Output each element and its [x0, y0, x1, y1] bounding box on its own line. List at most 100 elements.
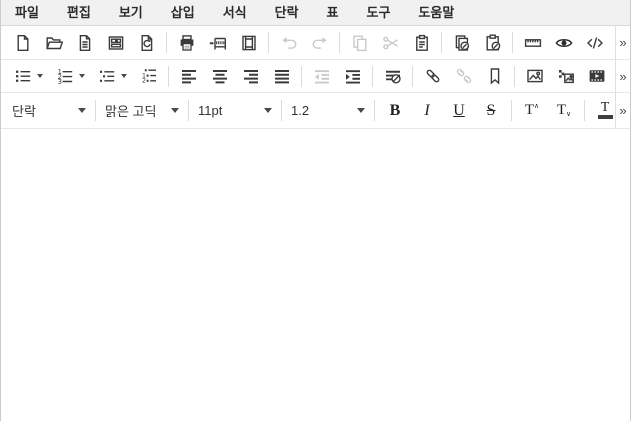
toolbar-separator [412, 66, 413, 87]
underline-button[interactable]: U [443, 97, 475, 125]
align-center-button[interactable] [204, 62, 235, 90]
print-button[interactable] [171, 29, 202, 57]
strikethrough-button[interactable]: S [475, 97, 507, 125]
menu-tools[interactable]: 도구 [353, 0, 405, 25]
line-height-select[interactable]: 1.2 [286, 103, 370, 118]
open-file-button[interactable] [38, 29, 69, 57]
align-left-icon [179, 66, 199, 86]
multilevel-list-button[interactable] [91, 62, 133, 90]
toolbar-row-file: » [1, 26, 630, 60]
svg-text:2: 2 [142, 78, 146, 85]
menu-insert[interactable]: 삽입 [157, 0, 209, 25]
document-history-button[interactable] [131, 29, 162, 57]
page-setup-button[interactable] [233, 29, 264, 57]
clear-format-button[interactable] [377, 62, 408, 90]
text-color-button[interactable]: T [589, 97, 615, 125]
clear-format-icon [383, 66, 403, 86]
toolbar-overflow-button[interactable]: » [615, 93, 630, 128]
clipart-button[interactable] [550, 62, 581, 90]
align-justify-icon [272, 66, 292, 86]
menu-file[interactable]: 파일 [1, 0, 53, 25]
print-icon [177, 33, 197, 53]
ruler-button[interactable] [517, 29, 548, 57]
unlink-button[interactable] [448, 62, 479, 90]
toolbar-separator [514, 66, 515, 87]
editor-content-area[interactable] [1, 129, 630, 421]
svg-text:3: 3 [58, 78, 62, 86]
bullet-list-icon [13, 66, 33, 86]
superscript-letter: T [525, 102, 534, 119]
document-history-icon [137, 33, 157, 53]
dropdown-caret-icon [37, 74, 43, 78]
toolbar-separator [301, 66, 302, 87]
undo-button[interactable] [273, 29, 304, 57]
font-family-value: 맑은 고딕 [105, 101, 171, 120]
toolbar-overflow-button[interactable]: » [615, 26, 630, 59]
font-size-select[interactable]: 11pt [193, 103, 277, 118]
align-left-button[interactable] [173, 62, 204, 90]
outline-numbered-list-button[interactable]: 1 2 [133, 62, 164, 90]
dropdown-caret-icon [264, 108, 272, 113]
superscript-button[interactable]: T ∧ [516, 97, 548, 125]
template-button[interactable] [100, 29, 131, 57]
bookmark-button[interactable] [479, 62, 510, 90]
new-document-button[interactable] [7, 29, 38, 57]
cut-icon [381, 33, 401, 53]
link-button[interactable] [417, 62, 448, 90]
eye-icon [554, 33, 574, 53]
bullet-list-button[interactable] [7, 62, 49, 90]
paragraph-style-value: 단락 [12, 101, 78, 120]
menu-edit[interactable]: 편집 [53, 0, 105, 25]
edit-copy-icon [452, 33, 472, 53]
dropdown-caret-icon [121, 74, 127, 78]
paste-button[interactable] [406, 29, 437, 57]
align-center-icon [210, 66, 230, 86]
dropdown-caret-icon [171, 108, 179, 113]
align-justify-button[interactable] [266, 62, 297, 90]
menu-format[interactable]: 서식 [209, 0, 261, 25]
toolbar-separator [188, 100, 189, 121]
toolbar-separator [374, 100, 375, 121]
edit-copy-button[interactable] [446, 29, 477, 57]
indent-button[interactable] [337, 62, 368, 90]
bold-button[interactable]: B [379, 97, 411, 125]
outdent-button[interactable] [306, 62, 337, 90]
image-button[interactable] [519, 62, 550, 90]
open-folder-icon [44, 33, 64, 53]
edit-clipboard-button[interactable] [477, 29, 508, 57]
menu-view[interactable]: 보기 [105, 0, 157, 25]
toolbar-overflow-button[interactable]: » [615, 60, 630, 92]
document-button[interactable] [69, 29, 100, 57]
redo-icon [310, 33, 330, 53]
toolbar-row-format: 단락 맑은 고딕 11pt 1.2 B I U S [1, 93, 630, 129]
paste-icon [412, 33, 432, 53]
copy-button[interactable] [344, 29, 375, 57]
page-setup-icon [239, 33, 259, 53]
menu-table[interactable]: 표 [313, 0, 353, 25]
preview-button[interactable] [548, 29, 579, 57]
link-icon [423, 66, 443, 86]
cut-button[interactable] [375, 29, 406, 57]
menu-paragraph[interactable]: 단락 [261, 0, 313, 25]
clipart-icon [556, 66, 576, 86]
video-icon [587, 66, 607, 86]
menu-help[interactable]: 도움말 [404, 0, 468, 25]
font-size-value: 11pt [198, 103, 264, 118]
page-break-button[interactable] [202, 29, 233, 57]
toolbar-separator [166, 32, 167, 53]
outline-numbered-list-icon: 1 2 [139, 66, 159, 86]
italic-button[interactable]: I [411, 97, 443, 125]
numbered-list-button[interactable]: 1 2 3 [49, 62, 91, 90]
source-code-button[interactable] [579, 29, 610, 57]
font-family-select[interactable]: 맑은 고딕 [100, 101, 184, 120]
align-right-button[interactable] [235, 62, 266, 90]
subscript-button[interactable]: T ∨ [548, 97, 580, 125]
redo-button[interactable] [304, 29, 335, 57]
dropdown-caret-icon [79, 74, 85, 78]
video-button[interactable] [581, 62, 612, 90]
paragraph-style-select[interactable]: 단락 [7, 101, 91, 120]
toolbar-row-paragraph-main: 1 2 3 1 2 [1, 60, 615, 92]
toolbar-separator [584, 100, 585, 121]
ruler-icon [523, 33, 543, 53]
editor-window: 파일 편집 보기 삽입 서식 단락 표 도구 도움말 [0, 0, 631, 421]
